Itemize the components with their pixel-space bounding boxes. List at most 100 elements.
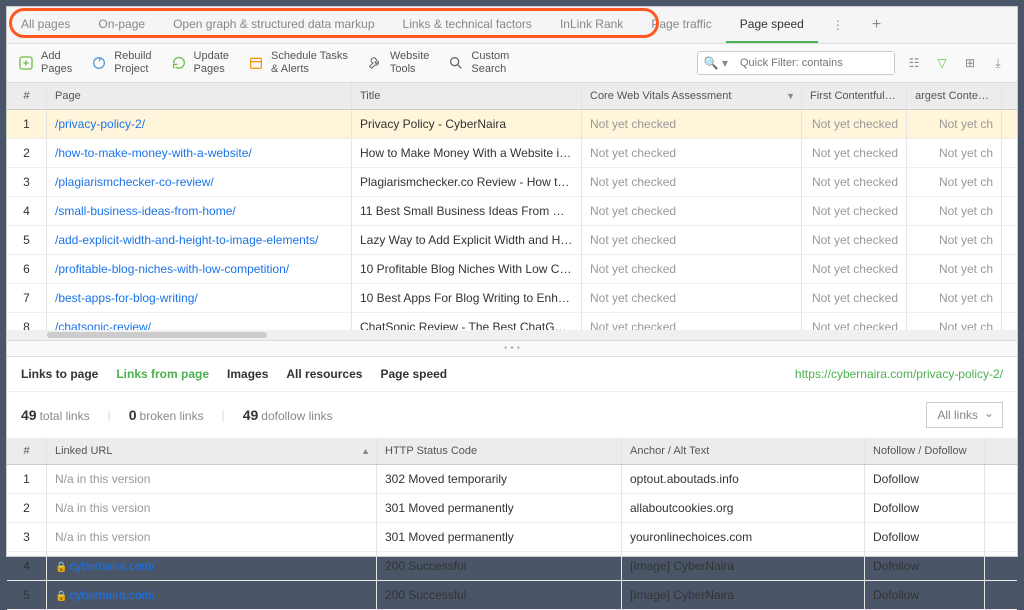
grid-icon[interactable]: ⊞ xyxy=(961,54,979,72)
title-cell: Privacy Policy - CyberNaira xyxy=(352,110,582,138)
page-link-cell: /how-to-make-money-with-a-website/ xyxy=(47,139,352,167)
anchor-cell: allaboutcookies.org xyxy=(622,494,865,522)
table-row[interactable]: 5/add-explicit-width-and-height-to-image… xyxy=(7,226,1017,255)
table-row[interactable]: 4/small-business-ideas-from-home/11 Best… xyxy=(7,197,1017,226)
row-number: 6 xyxy=(7,255,47,283)
fcp-cell: Not yet checked xyxy=(802,226,907,254)
row-number: 2 xyxy=(7,494,47,522)
update-pages-button[interactable]: UpdatePages xyxy=(170,50,229,76)
column-page[interactable]: Page xyxy=(47,83,352,109)
tab-on-page[interactable]: On-page xyxy=(84,7,159,43)
search-icon: 🔍 ▾ xyxy=(698,52,734,74)
follow-cell: Dofollow xyxy=(865,552,985,580)
pane-divider[interactable]: • • • xyxy=(7,340,1017,357)
table-row[interactable]: 1N/a in this version302 Moved temporaril… xyxy=(7,465,1017,494)
bcolumn-url[interactable]: Linked URL▲ xyxy=(47,438,377,464)
column-lcp[interactable]: argest Contentful P xyxy=(907,83,1002,109)
row-number: 4 xyxy=(7,552,47,580)
table-row[interactable]: 7/best-apps-for-blog-writing/10 Best App… xyxy=(7,284,1017,313)
title-cell: 10 Profitable Blog Niches With Low Compe… xyxy=(352,255,582,283)
cwv-cell: Not yet checked xyxy=(582,255,802,283)
list-view-icon[interactable]: ☷ xyxy=(905,54,923,72)
page-link[interactable]: /small-business-ideas-from-home/ xyxy=(55,204,236,218)
url-cell: N/a in this version xyxy=(47,523,377,551)
cwv-cell: Not yet checked xyxy=(582,284,802,312)
url-cell: N/a in this version xyxy=(47,494,377,522)
tab-add-button[interactable]: + xyxy=(858,8,895,42)
lcp-cell: Not yet ch xyxy=(907,226,1002,254)
horizontal-scrollbar[interactable] xyxy=(7,330,1017,340)
url-cell: 🔒cybernaira.com/ xyxy=(47,552,377,580)
detail-url-link[interactable]: https://cybernaira.com/privacy-policy-2/ xyxy=(795,367,1003,381)
column-number[interactable]: # xyxy=(7,83,47,109)
tab-inlink-rank[interactable]: InLink Rank xyxy=(546,7,637,43)
quick-filter[interactable]: 🔍 ▾ xyxy=(697,51,895,75)
tab-page-speed[interactable]: Page speed xyxy=(726,7,818,43)
title-cell: 11 Best Small Business Ideas From Home W… xyxy=(352,197,582,225)
rebuild-project-button[interactable]: RebuildProject xyxy=(90,50,151,76)
linked-url[interactable]: cybernaira.com/ xyxy=(69,588,154,602)
bcolumn-anchor[interactable]: Anchor / Alt Text xyxy=(622,438,865,464)
fcp-cell: Not yet checked xyxy=(802,313,907,330)
table-row[interactable]: 2/how-to-make-money-with-a-website/How t… xyxy=(7,139,1017,168)
tab-open-graph-structured-data-markup[interactable]: Open graph & structured data markup xyxy=(159,7,388,43)
page-link[interactable]: /profitable-blog-niches-with-low-competi… xyxy=(55,262,289,276)
sub-tab-page-speed[interactable]: Page speed xyxy=(380,367,447,381)
stat-broken: 0broken links xyxy=(129,407,204,423)
status-cell: 200 Successful xyxy=(377,581,622,609)
table-row[interactable]: 3N/a in this version301 Moved permanentl… xyxy=(7,523,1017,552)
sub-tab-links-from-page[interactable]: Links from page xyxy=(116,367,209,381)
bcolumn-number[interactable]: # xyxy=(7,438,47,464)
links-filter-select[interactable]: All links xyxy=(926,402,1003,428)
page-link-cell: /best-apps-for-blog-writing/ xyxy=(47,284,352,312)
linked-url[interactable]: cybernaira.com/ xyxy=(69,559,154,573)
row-number: 5 xyxy=(7,581,47,609)
sub-tab-images[interactable]: Images xyxy=(227,367,268,381)
plus-icon xyxy=(17,54,35,72)
bcolumn-status[interactable]: HTTP Status Code xyxy=(377,438,622,464)
lcp-cell: Not yet ch xyxy=(907,168,1002,196)
page-link[interactable]: /add-explicit-width-and-height-to-image-… xyxy=(55,233,318,247)
filter-icon[interactable]: ▽ xyxy=(933,54,951,72)
tab-all-pages[interactable]: All pages xyxy=(7,7,84,43)
row-number: 3 xyxy=(7,168,47,196)
sub-tab-links-to-page[interactable]: Links to page xyxy=(21,367,98,381)
table-row[interactable]: 1/privacy-policy-2/Privacy Policy - Cybe… xyxy=(7,110,1017,139)
add-pages-button[interactable]: AddPages xyxy=(17,50,72,76)
quick-filter-input[interactable] xyxy=(734,52,894,74)
search-icon xyxy=(447,54,465,72)
column-fcp[interactable]: First Contentful Paint (F... xyxy=(802,83,907,109)
stat-total: 49total links xyxy=(21,407,90,423)
page-link[interactable]: /best-apps-for-blog-writing/ xyxy=(55,291,198,305)
page-link[interactable]: /privacy-policy-2/ xyxy=(55,117,145,131)
follow-cell: Dofollow xyxy=(865,523,985,551)
table-row[interactable]: 6/profitable-blog-niches-with-low-compet… xyxy=(7,255,1017,284)
bcolumn-follow[interactable]: Nofollow / Dofollow xyxy=(865,438,985,464)
table-row[interactable]: 2N/a in this version301 Moved permanentl… xyxy=(7,494,1017,523)
table-row[interactable]: 5🔒cybernaira.com/200 Successful[Image] C… xyxy=(7,581,1017,610)
cwv-cell: Not yet checked xyxy=(582,197,802,225)
export-icon[interactable]: ⤓ xyxy=(989,54,1007,72)
tab-page-traffic[interactable]: Page traffic xyxy=(637,7,725,43)
page-link[interactable]: /plagiarismchecker-co-review/ xyxy=(55,175,214,189)
tab-more-icon[interactable]: ⋮ xyxy=(818,8,858,42)
table-row[interactable]: 4🔒cybernaira.com/200 Successful[Image] C… xyxy=(7,552,1017,581)
cwv-cell: Not yet checked xyxy=(582,110,802,138)
table-row[interactable]: 3/plagiarismchecker-co-review/Plagiarism… xyxy=(7,168,1017,197)
page-link[interactable]: /chatsonic-review/ xyxy=(55,320,151,330)
row-number: 1 xyxy=(7,465,47,493)
main-tabs-bar: All pagesOn-pageOpen graph & structured … xyxy=(7,7,1017,44)
sub-tab-all-resources[interactable]: All resources xyxy=(286,367,362,381)
row-number: 3 xyxy=(7,523,47,551)
column-cwv[interactable]: Core Web Vitals Assessment▼ xyxy=(582,83,802,109)
row-number: 4 xyxy=(7,197,47,225)
fcp-cell: Not yet checked xyxy=(802,168,907,196)
anchor-cell: optout.aboutads.info xyxy=(622,465,865,493)
schedule-tasks-button[interactable]: Schedule Tasks& Alerts xyxy=(247,50,348,76)
custom-search-button[interactable]: CustomSearch xyxy=(447,50,509,76)
page-link[interactable]: /how-to-make-money-with-a-website/ xyxy=(55,146,252,160)
table-row[interactable]: 8/chatsonic-review/ChatSonic Review - Th… xyxy=(7,313,1017,330)
column-title[interactable]: Title xyxy=(352,83,582,109)
website-tools-button[interactable]: WebsiteTools xyxy=(366,50,430,76)
tab-links-technical-factors[interactable]: Links & technical factors xyxy=(389,7,546,43)
